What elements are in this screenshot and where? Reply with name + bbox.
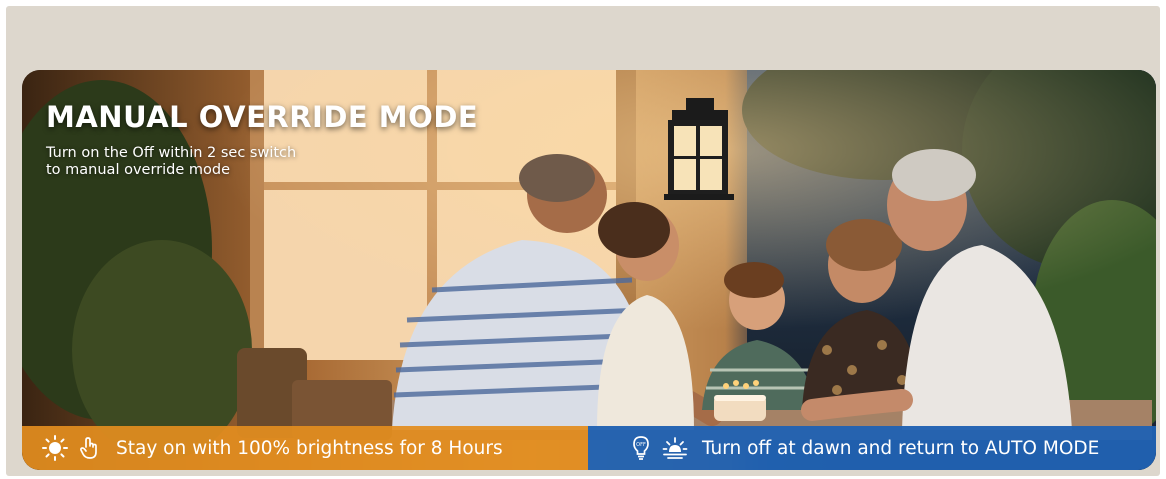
banner-card: MANUAL OVERRIDE MODE Turn on the Off wit… [22,70,1156,470]
feature-right-label: Turn off at dawn and return to AUTO MODE [702,437,1100,459]
feature-bar-left: Stay on with 100% brightness for 8 Hours [22,426,588,470]
feature-bar-right: OFF Turn off at dawn and return to AUTO … [588,426,1156,470]
tap-hand-icon [76,435,102,461]
sun-icon [42,435,68,461]
subtext: Turn on the Off within 2 sec switch to m… [46,145,296,179]
svg-text:OFF: OFF [636,442,646,448]
subtext-line-2: to manual override mode [46,162,231,178]
sunrise-icon [662,435,688,461]
lightbulb-off-icon: OFF [628,435,654,461]
feature-left-label: Stay on with 100% brightness for 8 Hours [116,437,503,459]
wall-lantern [664,98,734,200]
subtext-line-1: Turn on the Off within 2 sec switch [46,145,297,161]
headline: MANUAL OVERRIDE MODE [46,100,479,134]
